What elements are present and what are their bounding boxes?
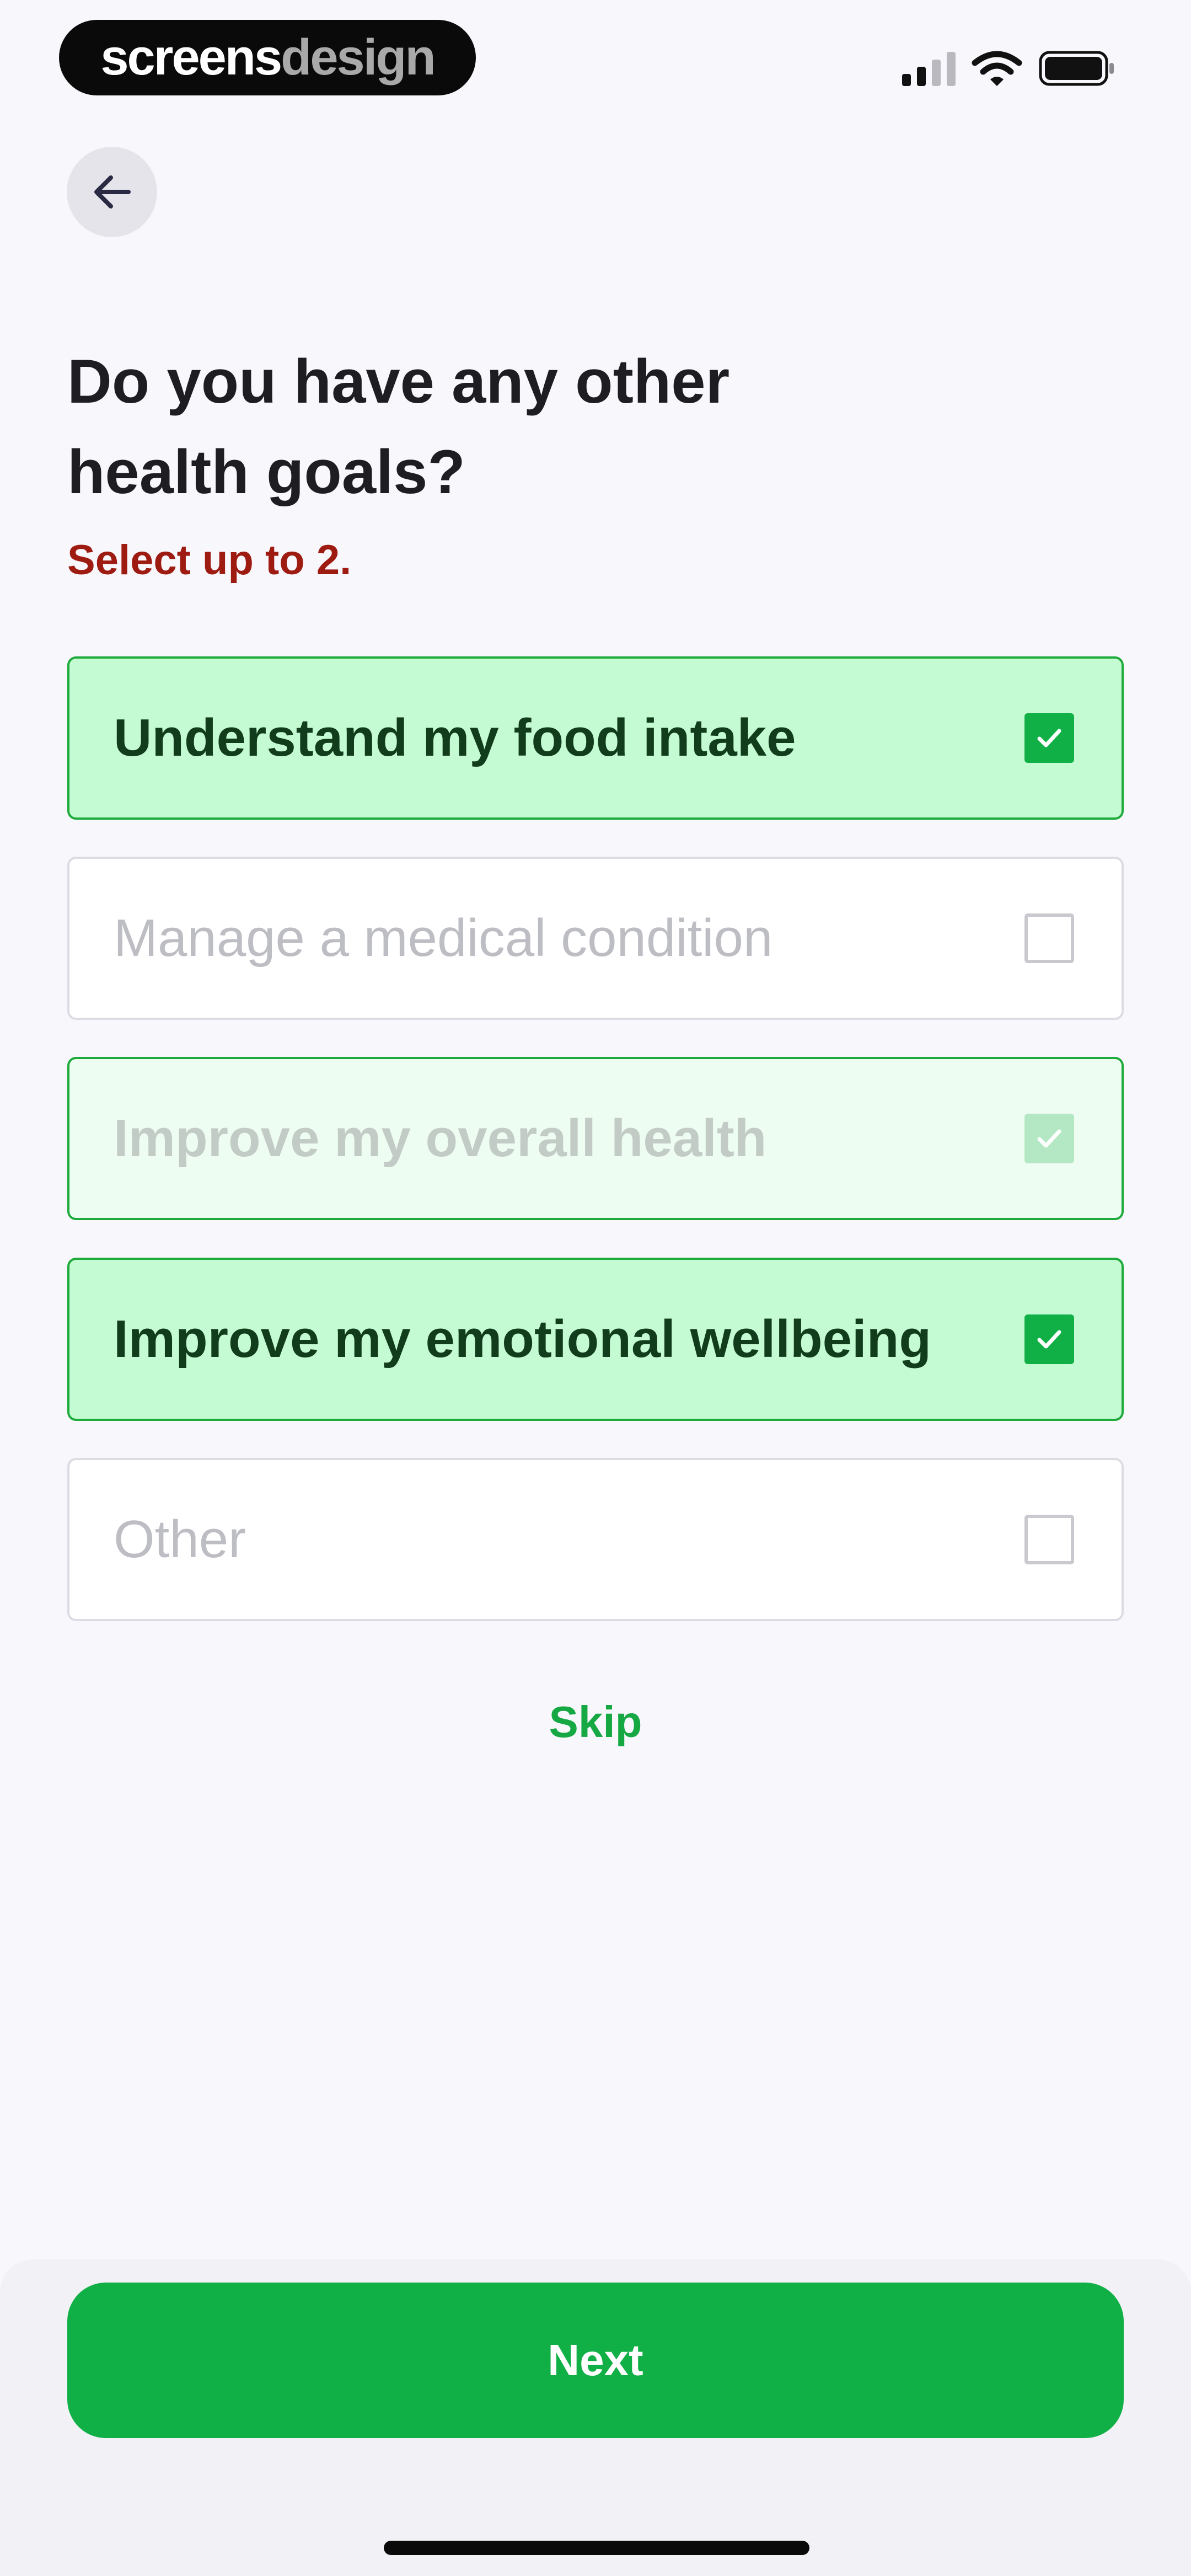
checkmark-icon [1037,1129,1061,1148]
option-checkbox[interactable] [1024,1314,1074,1364]
selection-limit-hint: Select up to 2. [67,537,352,584]
option-label: Manage a medical condition [114,908,773,968]
wifi-icon [972,51,1022,86]
screen: screens design Do you have any other heal… [0,0,1191,2576]
brand-watermark: screens design [59,20,476,95]
option-label: Understand my food intake [114,708,796,767]
page-title-line1: Do you have any other [67,347,730,416]
next-button-label: Next [548,2335,643,2385]
battery-icon [1039,51,1114,86]
brand-text-part1: screens [100,29,282,85]
option-manage-medical-condition[interactable]: Manage a medical condition [67,857,1124,1020]
checkmark-icon [1037,729,1061,747]
skip-link[interactable]: Skip [0,1697,1191,1747]
home-indicator[interactable] [384,2541,809,2555]
option-other[interactable]: Other [67,1458,1124,1621]
arrow-left-icon [94,175,131,209]
back-button[interactable] [67,147,157,237]
option-improve-overall-health[interactable]: Improve my overall health [67,1057,1124,1220]
page-title: Do you have any other health goals? [67,336,1060,517]
option-checkbox[interactable] [1024,1515,1074,1564]
option-improve-emotional-wellbeing[interactable]: Improve my emotional wellbeing [67,1258,1124,1421]
option-label: Other [114,1510,246,1569]
option-label: Improve my emotional wellbeing [114,1310,931,1369]
cellular-signal-icon [902,52,956,86]
option-checkbox[interactable] [1024,1114,1074,1163]
checkmark-icon [1037,1330,1061,1349]
option-checkbox[interactable] [1024,713,1074,763]
next-button[interactable]: Next [67,2283,1124,2438]
page-title-line2: health goals? [67,437,465,506]
option-understand-food-intake[interactable]: Understand my food intake [67,656,1124,820]
option-label: Improve my overall health [114,1109,767,1168]
option-checkbox[interactable] [1024,913,1074,963]
brand-text-part2: design [281,29,436,85]
